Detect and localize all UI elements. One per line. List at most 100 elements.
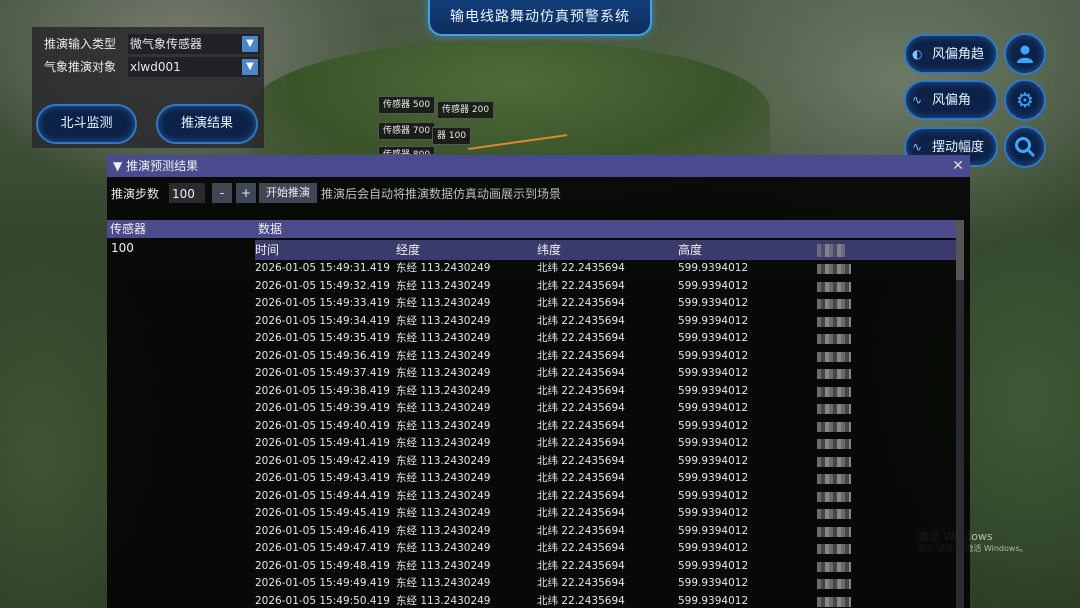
cell-time: 2026-01-05 15:49:39.419 xyxy=(255,402,390,414)
cell-latitude: 北纬 22.2435694 xyxy=(537,594,625,607)
wave-icon: ∿ xyxy=(912,93,923,107)
table-row[interactable]: 2026-01-05 15:49:50.419 东经 113.2430249 北纬 … xyxy=(255,593,957,608)
sensor-list-item[interactable]: 100 xyxy=(111,241,134,255)
data-table-header: 时间 经度 纬度 高度 xyxy=(255,240,957,260)
scroll-thumb[interactable] xyxy=(956,220,964,280)
table-row[interactable]: 2026-01-05 15:49:44.419 东经 113.2430249 北纬 … xyxy=(255,488,957,506)
cell-latitude: 北纬 22.2435694 xyxy=(537,419,625,432)
user-icon[interactable] xyxy=(1004,33,1046,75)
redacted-cell xyxy=(817,456,851,467)
cell-longitude: 东经 113.2430249 xyxy=(396,314,491,327)
table-row[interactable]: 2026-01-05 15:49:46.419 东经 113.2430249 北纬 … xyxy=(255,523,957,541)
target-select[interactable]: xlwd001 ▼ xyxy=(128,57,260,77)
close-icon[interactable]: ✕ xyxy=(950,155,966,177)
table-row[interactable]: 2026-01-05 15:49:41.419 东经 113.2430249 北纬 … xyxy=(255,435,957,453)
map-sensor-label[interactable]: 传感器 800 xyxy=(378,146,436,155)
cell-altitude: 599.9394012 xyxy=(678,437,749,449)
table-row[interactable]: 2026-01-05 15:49:32.419 东经 113.2430249 北纬 … xyxy=(255,278,957,296)
beidou-monitor-button[interactable]: 北斗监测 xyxy=(36,104,137,144)
step-input[interactable]: 100 xyxy=(169,183,205,203)
table-row[interactable]: 2026-01-05 15:49:36.419 东经 113.2430249 北纬 … xyxy=(255,348,957,366)
swing-amplitude-label: 摆动幅度 xyxy=(932,140,985,155)
cell-time: 2026-01-05 15:49:47.419 xyxy=(255,542,390,554)
cell-latitude: 北纬 22.2435694 xyxy=(537,577,625,589)
cell-time: 2026-01-05 15:49:44.419 xyxy=(255,489,390,502)
result-button[interactable]: 推演结果 xyxy=(156,104,258,144)
map-sensor-label[interactable]: 器 100 xyxy=(432,127,472,145)
col-altitude: 高度 xyxy=(678,243,703,257)
table-row[interactable]: 2026-01-05 15:49:43.419 东经 113.2430249 北纬 … xyxy=(255,470,957,488)
cell-time: 2026-01-05 15:49:32.419 xyxy=(255,279,390,292)
redacted-cell xyxy=(817,596,851,607)
cell-altitude: 599.9394012 xyxy=(678,559,749,572)
step-hint: 推演后会自动将推演数据仿真动画展示到场景 xyxy=(321,187,562,201)
table-row[interactable]: 2026-01-05 15:49:47.419 东经 113.2430249 北纬 … xyxy=(255,540,957,558)
table-row[interactable]: 2026-01-05 15:49:48.419 东经 113.2430249 北纬 … xyxy=(255,558,957,576)
redacted-cell xyxy=(817,526,851,537)
cell-altitude: 599.9394012 xyxy=(678,384,749,397)
table-row[interactable]: 2026-01-05 15:49:38.419 东经 113.2430249 北纬 … xyxy=(255,383,957,401)
result-panel-header: ▼ 推演预测结果 ✕ xyxy=(107,155,970,177)
input-type-value: 微气象传感器 xyxy=(130,37,203,51)
search-icon[interactable] xyxy=(1004,126,1046,168)
table-row[interactable]: 2026-01-05 15:49:45.419 东经 113.2430249 北纬 … xyxy=(255,505,957,523)
cell-longitude: 东经 113.2430249 xyxy=(396,262,491,274)
table-row[interactable]: 2026-01-05 15:49:34.419 东经 113.2430249 北纬 … xyxy=(255,313,957,331)
map-sensor-label[interactable]: 传感器 500 xyxy=(378,96,436,114)
cell-latitude: 北纬 22.2435694 xyxy=(537,349,625,362)
cell-latitude: 北纬 22.2435694 xyxy=(537,489,625,502)
cell-time: 2026-01-05 15:49:45.419 xyxy=(255,507,390,519)
redacted-cell xyxy=(817,369,851,379)
cell-longitude: 东经 113.2430249 xyxy=(396,454,491,467)
wind-angle-label: 风偏角 xyxy=(932,93,972,108)
redacted-cell xyxy=(817,561,851,572)
cell-altitude: 599.9394012 xyxy=(678,349,749,362)
step-decrease-button[interactable]: - xyxy=(212,183,232,203)
redacted-cell xyxy=(817,404,851,414)
redacted-cell xyxy=(817,421,851,432)
gear-icon[interactable]: ⚙ xyxy=(1004,79,1046,121)
table-row[interactable]: 2026-01-05 15:49:33.419 东经 113.2430249 北纬 … xyxy=(255,295,957,313)
cell-longitude: 东经 113.2430249 xyxy=(396,507,491,519)
input-type-select[interactable]: 微气象传感器 ▼ xyxy=(128,34,260,54)
redacted-column-header xyxy=(817,244,845,257)
table-row[interactable]: 2026-01-05 15:49:35.419 东经 113.2430249 北纬 … xyxy=(255,330,957,348)
app-title: 输电线路舞动仿真预警系统 xyxy=(428,0,652,36)
table-row[interactable]: 2026-01-05 15:49:40.419 东经 113.2430249 北纬 … xyxy=(255,418,957,436)
cell-longitude: 东经 113.2430249 xyxy=(396,489,491,502)
cell-longitude: 东经 113.2430249 xyxy=(396,419,491,432)
map-sensor-label[interactable]: 传感器 700 xyxy=(378,122,436,140)
start-simulation-button[interactable]: 开始推演 xyxy=(259,183,317,203)
cell-latitude: 北纬 22.2435694 xyxy=(537,559,625,572)
cell-longitude: 东经 113.2430249 xyxy=(396,542,491,554)
chevron-down-icon[interactable]: ▼ xyxy=(242,59,258,75)
collapse-icon[interactable]: ▼ xyxy=(113,159,122,173)
cell-latitude: 北纬 22.2435694 xyxy=(537,279,625,292)
scrollbar[interactable] xyxy=(956,220,964,608)
table-row[interactable]: 2026-01-05 15:49:37.419 东经 113.2430249 北纬 … xyxy=(255,365,957,383)
redacted-cell xyxy=(817,281,851,292)
wind-trend-button[interactable]: ◐风偏角趋势 xyxy=(904,34,998,98)
cell-latitude: 北纬 22.2435694 xyxy=(537,367,625,379)
redacted-cell xyxy=(817,351,851,362)
chevron-down-icon[interactable]: ▼ xyxy=(242,36,258,52)
step-increase-button[interactable]: + xyxy=(236,183,256,203)
table-row[interactable]: 2026-01-05 15:49:31.419 东经 113.2430249 北纬 … xyxy=(255,260,957,278)
step-label: 推演步数 xyxy=(111,187,160,201)
data-header: 数据 xyxy=(255,220,957,238)
redacted-cell xyxy=(817,316,851,327)
target-value: xlwd001 xyxy=(130,60,181,74)
cell-altitude: 599.9394012 xyxy=(678,524,749,537)
cell-longitude: 东经 113.2430249 xyxy=(396,279,491,292)
cell-longitude: 东经 113.2430249 xyxy=(396,472,491,484)
map-sensor-label[interactable]: 传感器 200 xyxy=(437,101,495,119)
cell-time: 2026-01-05 15:49:43.419 xyxy=(255,472,390,484)
table-row[interactable]: 2026-01-05 15:49:42.419 东经 113.2430249 北纬 … xyxy=(255,453,957,471)
table-row[interactable]: 2026-01-05 15:49:49.419 东经 113.2430249 北纬 … xyxy=(255,575,957,593)
cell-altitude: 599.9394012 xyxy=(678,367,749,379)
result-panel: ▼ 推演预测结果 ✕ 推演步数 100 - + 开始推演 推演后会自动将推演数据… xyxy=(107,155,970,608)
redacted-cell xyxy=(817,386,851,397)
wind-angle-button[interactable]: ∿ 风偏角 xyxy=(904,80,998,120)
cell-latitude: 北纬 22.2435694 xyxy=(537,402,625,414)
table-row[interactable]: 2026-01-05 15:49:39.419 东经 113.2430249 北纬 … xyxy=(255,400,957,418)
